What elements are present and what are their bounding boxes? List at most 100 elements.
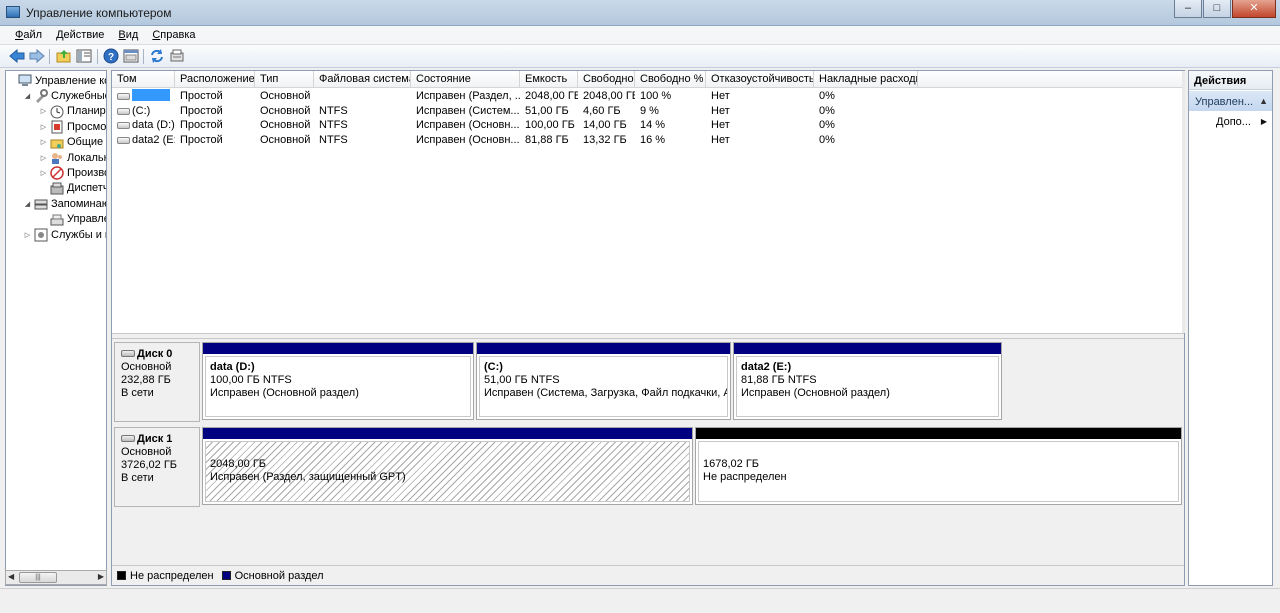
column-header[interactable]: Файловая система [314,71,411,88]
collapsed-arrow-icon[interactable]: ▷ [39,169,48,177]
menu-file[interactable]: Файл [8,26,49,44]
refresh-button[interactable] [148,48,166,64]
menu-view[interactable]: Вид [111,26,145,44]
column-header[interactable]: Тип [255,71,314,88]
tree-item[interactable]: ◢ Запоминаю [23,196,106,211]
partition-unallocated[interactable]: 1678,02 ГБ Не распределен [695,427,1182,505]
forward-button[interactable] [28,48,46,64]
partition[interactable]: data2 (E:) 81,88 ГБ NTFS Исправен (Основно… [733,342,1002,420]
help-button[interactable]: ? [102,48,120,64]
column-header[interactable]: Свободно % [635,71,706,88]
partition-gpt-protective[interactable]: 2048,00 ГБ Исправен (Раздел, защищенный G… [202,427,693,505]
volume-fs-cell: NTFS [319,119,348,132]
partition[interactable]: data (D:) 100,00 ГБ NTFS Исправен (Основно… [202,342,474,420]
volume-fault-cell: Нет [711,90,730,102]
back-button[interactable] [8,48,26,64]
expanded-arrow-icon[interactable]: ◢ [23,92,32,100]
tree-item[interactable]: ▷ Локальн [39,150,106,165]
collapsed-arrow-icon[interactable]: ▷ [39,138,48,146]
show-hide-tree-button[interactable] [75,48,93,64]
disk-management-pane: Том Расположение Тип Файловая система Состоя… [111,70,1185,586]
tree-item[interactable]: Управление компь [7,73,106,88]
column-header[interactable]: Состояние [411,71,520,88]
volume-layout-cell: Простой [180,119,223,132]
status-bar [0,588,1280,613]
volume-name: (C:) [132,104,151,117]
toolbar-separator [143,49,144,64]
disk-type: Основной [121,361,172,373]
tree-item-label: Производ [67,166,106,179]
disk-label-0[interactable]: Диск 0 Основной 232,88 ГБ В сети [114,342,200,422]
menu-view-accel: В [118,29,126,41]
tree-item-label: Общие п [67,136,106,149]
volume-drive-icon [117,107,130,115]
menu-view-label: ид [125,29,139,41]
column-header[interactable]: Том [112,71,175,88]
table-row[interactable]: (C:) Простой Основной NTFS Исправен (Систем.… [112,104,1184,119]
tree-item[interactable]: ▷ Просмот [39,119,107,134]
toolbar: ? [0,45,1280,68]
collapsed-arrow-icon[interactable]: ▷ [39,154,48,162]
collapsed-arrow-icon[interactable]: ▷ [39,107,48,115]
partition-status: Не распределен [703,471,787,483]
tree-item[interactable]: ▷ Планиро [39,104,106,119]
performance-icon [50,166,64,181]
tree-horizontal-scrollbar[interactable]: ◀ ||| ▶ [5,570,107,585]
menu-action[interactable]: Действие [49,26,111,44]
disk-drive-icon [121,350,135,357]
minimize-button[interactable]: – [1174,0,1202,18]
menu-help[interactable]: Справка [145,26,202,44]
back-arrow-icon [9,49,25,63]
table-row[interactable]: data (D:) Простой Основной NTFS Исправен (Ос… [112,118,1184,133]
scrollbar-thumb[interactable]: ||| [19,572,57,583]
volume-capacity-cell: 51,00 ГБ [525,104,569,117]
actions-more-item[interactable]: Допо... ▶ [1189,114,1272,131]
volume-name-cell: (C:) [112,104,175,119]
title-bar[interactable]: Управление компьютером – □ ✕ [0,0,1280,26]
volume-drive-icon [117,137,130,145]
disk-state: В сети [121,472,154,484]
volume-overhead-cell: 0% [819,134,835,147]
volume-free-cell: 13,32 ГБ [583,134,627,147]
tree-item[interactable]: Управлен [39,212,106,227]
column-header[interactable]: Расположение [175,71,255,88]
volume-fault-cell: Нет [711,104,730,117]
partition[interactable]: (C:) 51,00 ГБ NTFS Исправен (Система, Загр… [476,342,731,420]
properties-button[interactable] [122,48,140,64]
table-row[interactable]: data2 (E:) Простой Основной NTFS Исправен (О… [112,133,1184,148]
legend-label-unallocated: Не распределен [130,569,214,582]
disk-label-1[interactable]: Диск 1 Основной 3726,02 ГБ В сети [114,427,200,507]
export-list-button[interactable] [168,48,186,64]
console-tree: Управление компь◢Служебные п▷Планиро▷Про… [5,70,107,586]
scroll-right-icon[interactable]: ▶ [98,572,104,581]
column-header[interactable]: Накладные расходы [814,71,918,88]
tree-item[interactable]: ▷ Службы и пр [23,227,106,242]
column-header[interactable]: Емкость [520,71,578,88]
tree-item-label: Просмот [67,120,107,133]
tree-item[interactable]: ▷ Производ [39,165,106,181]
close-button[interactable]: ✕ [1232,0,1276,18]
expanded-arrow-icon[interactable]: ◢ [23,200,32,208]
up-level-button[interactable] [55,48,73,64]
collapse-up-icon[interactable]: ▲ [1259,96,1268,106]
actions-section-disk-management[interactable]: Управлен... ▲ [1189,91,1272,111]
tree-item[interactable]: Диспетче [39,181,106,196]
volume-overhead-cell: 0% [819,119,835,132]
volume-free-pct-cell: 100 % [640,90,672,102]
scroll-left-icon[interactable]: ◀ [8,572,14,581]
volume-list-scroll-edge [1182,71,1185,333]
collapsed-arrow-icon[interactable]: ▷ [23,231,32,239]
computer-management-window: Управление компьютером – □ ✕ Файл Действ… [0,0,1280,613]
volume-fault-cell: Нет [711,134,730,147]
partition-size: 1678,02 ГБ [703,458,759,470]
tree-item[interactable]: ▷ Общие п [39,135,106,150]
collapsed-arrow-icon[interactable]: ▷ [39,123,48,131]
column-header[interactable]: Отказоустойчивость [706,71,814,88]
partition-status: Исправен (Основной раздел) [741,387,890,399]
disk-type: Основной [121,446,172,458]
column-header[interactable]: Свободно [578,71,635,88]
maximize-button[interactable]: □ [1203,0,1231,18]
table-row[interactable]: Простой Основной Исправен (Раздел, ... 2048… [112,89,1184,104]
tree-item[interactable]: ◢ Служебные п [23,88,106,104]
legend-label-primary: Основной раздел [234,569,324,582]
